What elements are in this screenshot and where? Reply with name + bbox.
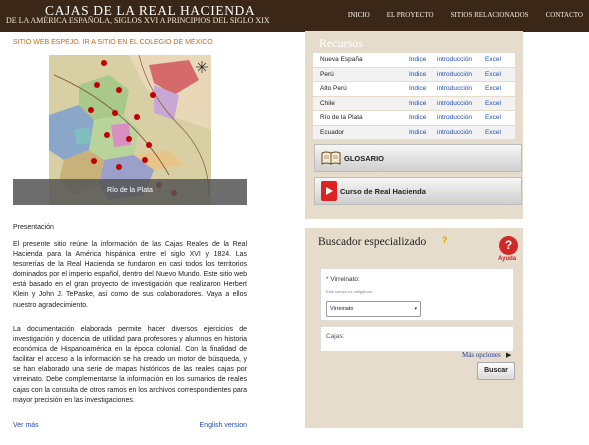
- virreinato-label-text: Virreinato:: [330, 276, 360, 283]
- nav-inicio[interactable]: INICIO: [348, 11, 370, 19]
- required-help-text: Este campo es obligatorio.: [326, 289, 374, 294]
- recursos-row: Nueva España Indice introducción Excel: [313, 53, 515, 68]
- introduccion-link[interactable]: introducción: [437, 56, 485, 63]
- help-icon[interactable]: ?: [499, 236, 518, 255]
- virreinato-field-box: * Virreinato: Este campo es obligatorio.…: [320, 268, 514, 321]
- cajas-field-box[interactable]: Cajas:: [320, 326, 514, 352]
- buscador-title: Buscador especializado: [318, 236, 427, 248]
- required-mark: *: [326, 276, 329, 283]
- ver-mas-link[interactable]: Ver más: [13, 422, 39, 429]
- arrow-right-icon[interactable]: ▶: [506, 351, 511, 359]
- mas-opciones-link[interactable]: Más opciones: [462, 351, 501, 359]
- nav-sitios-relacionados[interactable]: SITIOS RELACIONADOS: [451, 11, 529, 19]
- nav-el-proyecto[interactable]: EL PROYECTO: [387, 11, 434, 19]
- recursos-row: Chile Indice introducción Excel: [313, 96, 515, 111]
- ayuda-label[interactable]: Ayuda: [498, 256, 516, 262]
- recursos-row: Alto Perú Indice introducción Excel: [313, 82, 515, 97]
- recursos-row: Perú Indice introducción Excel: [313, 67, 515, 82]
- site-header: CAJAS DE LA REAL HACIENDA DE LA AMÉRICA …: [0, 0, 589, 32]
- recurso-name: Alto Perú: [320, 85, 347, 93]
- buscador-panel: Buscador especializado ? ? Ayuda * Virre…: [305, 228, 523, 428]
- map-caption-bar: Río de la Plata: [13, 179, 247, 205]
- excel-link[interactable]: Excel: [485, 129, 513, 136]
- site-subtitle: DE LA AMÉRICA ESPAÑOLA, SIGLOS XVI A PRI…: [6, 16, 270, 25]
- curso-real-hacienda-button[interactable]: Curso de Real Hacienda: [314, 177, 522, 205]
- indice-link[interactable]: Indice: [409, 71, 437, 78]
- recursos-title: Recursos: [319, 36, 363, 50]
- recurso-name: Perú: [320, 70, 334, 78]
- curso-label: Curso de Real Hacienda: [340, 186, 426, 196]
- introduccion-link[interactable]: introducción: [437, 85, 485, 92]
- virreinato-select-value: Virreinato: [330, 306, 354, 312]
- question-mark-icon[interactable]: ?: [442, 235, 448, 245]
- glosario-button[interactable]: GLOSARIO: [314, 144, 522, 172]
- indice-link[interactable]: Indice: [409, 56, 437, 63]
- mirror-notice: SITIO WEB ESPEJO. IR A SITIO EN EL COLEG…: [13, 39, 213, 46]
- mirror-link[interactable]: IR A SITIO EN EL COLEGIO DE MÉXICO: [83, 39, 213, 46]
- excel-link[interactable]: Excel: [485, 71, 513, 78]
- book-icon: [321, 151, 341, 165]
- introduccion-link[interactable]: introducción: [437, 100, 485, 107]
- mirror-prefix: SITIO WEB ESPEJO.: [13, 39, 81, 46]
- nav-contacto[interactable]: CONTACTO: [546, 11, 583, 19]
- presentation-heading: Presentación: [13, 224, 54, 231]
- intro-paragraph-2: La documentación elaborada permite hacer…: [13, 326, 247, 404]
- intro-paragraph-1: El presente sitio reúne la información d…: [13, 241, 247, 309]
- recurso-name: Ecuador: [320, 128, 345, 136]
- virreinato-select[interactable]: Virreinato ▾: [326, 301, 421, 317]
- recursos-row: Río de la Plata Indice introducción Exce…: [313, 111, 515, 126]
- excel-link[interactable]: Excel: [485, 56, 513, 63]
- introduccion-link[interactable]: introducción: [437, 129, 485, 136]
- chevron-down-icon: ▾: [414, 306, 417, 312]
- recursos-row: Ecuador Indice introducción Excel: [313, 125, 515, 140]
- map-caption[interactable]: Río de la Plata: [13, 187, 247, 194]
- introduccion-link[interactable]: introducción: [437, 114, 485, 121]
- main-nav: INICIO EL PROYECTO SITIOS RELACIONADOS C…: [331, 11, 583, 19]
- indice-link[interactable]: Indice: [409, 85, 437, 92]
- recurso-name: Nueva España: [320, 56, 363, 64]
- excel-link[interactable]: Excel: [485, 85, 513, 92]
- virreinato-label: * Virreinato:: [326, 276, 360, 283]
- recurso-name: Río de la Plata: [320, 114, 363, 122]
- introduccion-link[interactable]: introducción: [437, 71, 485, 78]
- buscar-button[interactable]: Buscar: [477, 362, 515, 380]
- indice-link[interactable]: Indice: [409, 100, 437, 107]
- indice-link[interactable]: Indice: [409, 114, 437, 121]
- recursos-table: Nueva España Indice introducción Excel P…: [313, 53, 515, 140]
- youtube-icon: [321, 181, 337, 201]
- excel-link[interactable]: Excel: [485, 100, 513, 107]
- recurso-name: Chile: [320, 99, 335, 107]
- excel-link[interactable]: Excel: [485, 114, 513, 121]
- cajas-label: Cajas:: [326, 333, 345, 340]
- indice-link[interactable]: Indice: [409, 129, 437, 136]
- english-version-link[interactable]: English version: [200, 422, 247, 429]
- glosario-label: GLOSARIO: [344, 153, 385, 163]
